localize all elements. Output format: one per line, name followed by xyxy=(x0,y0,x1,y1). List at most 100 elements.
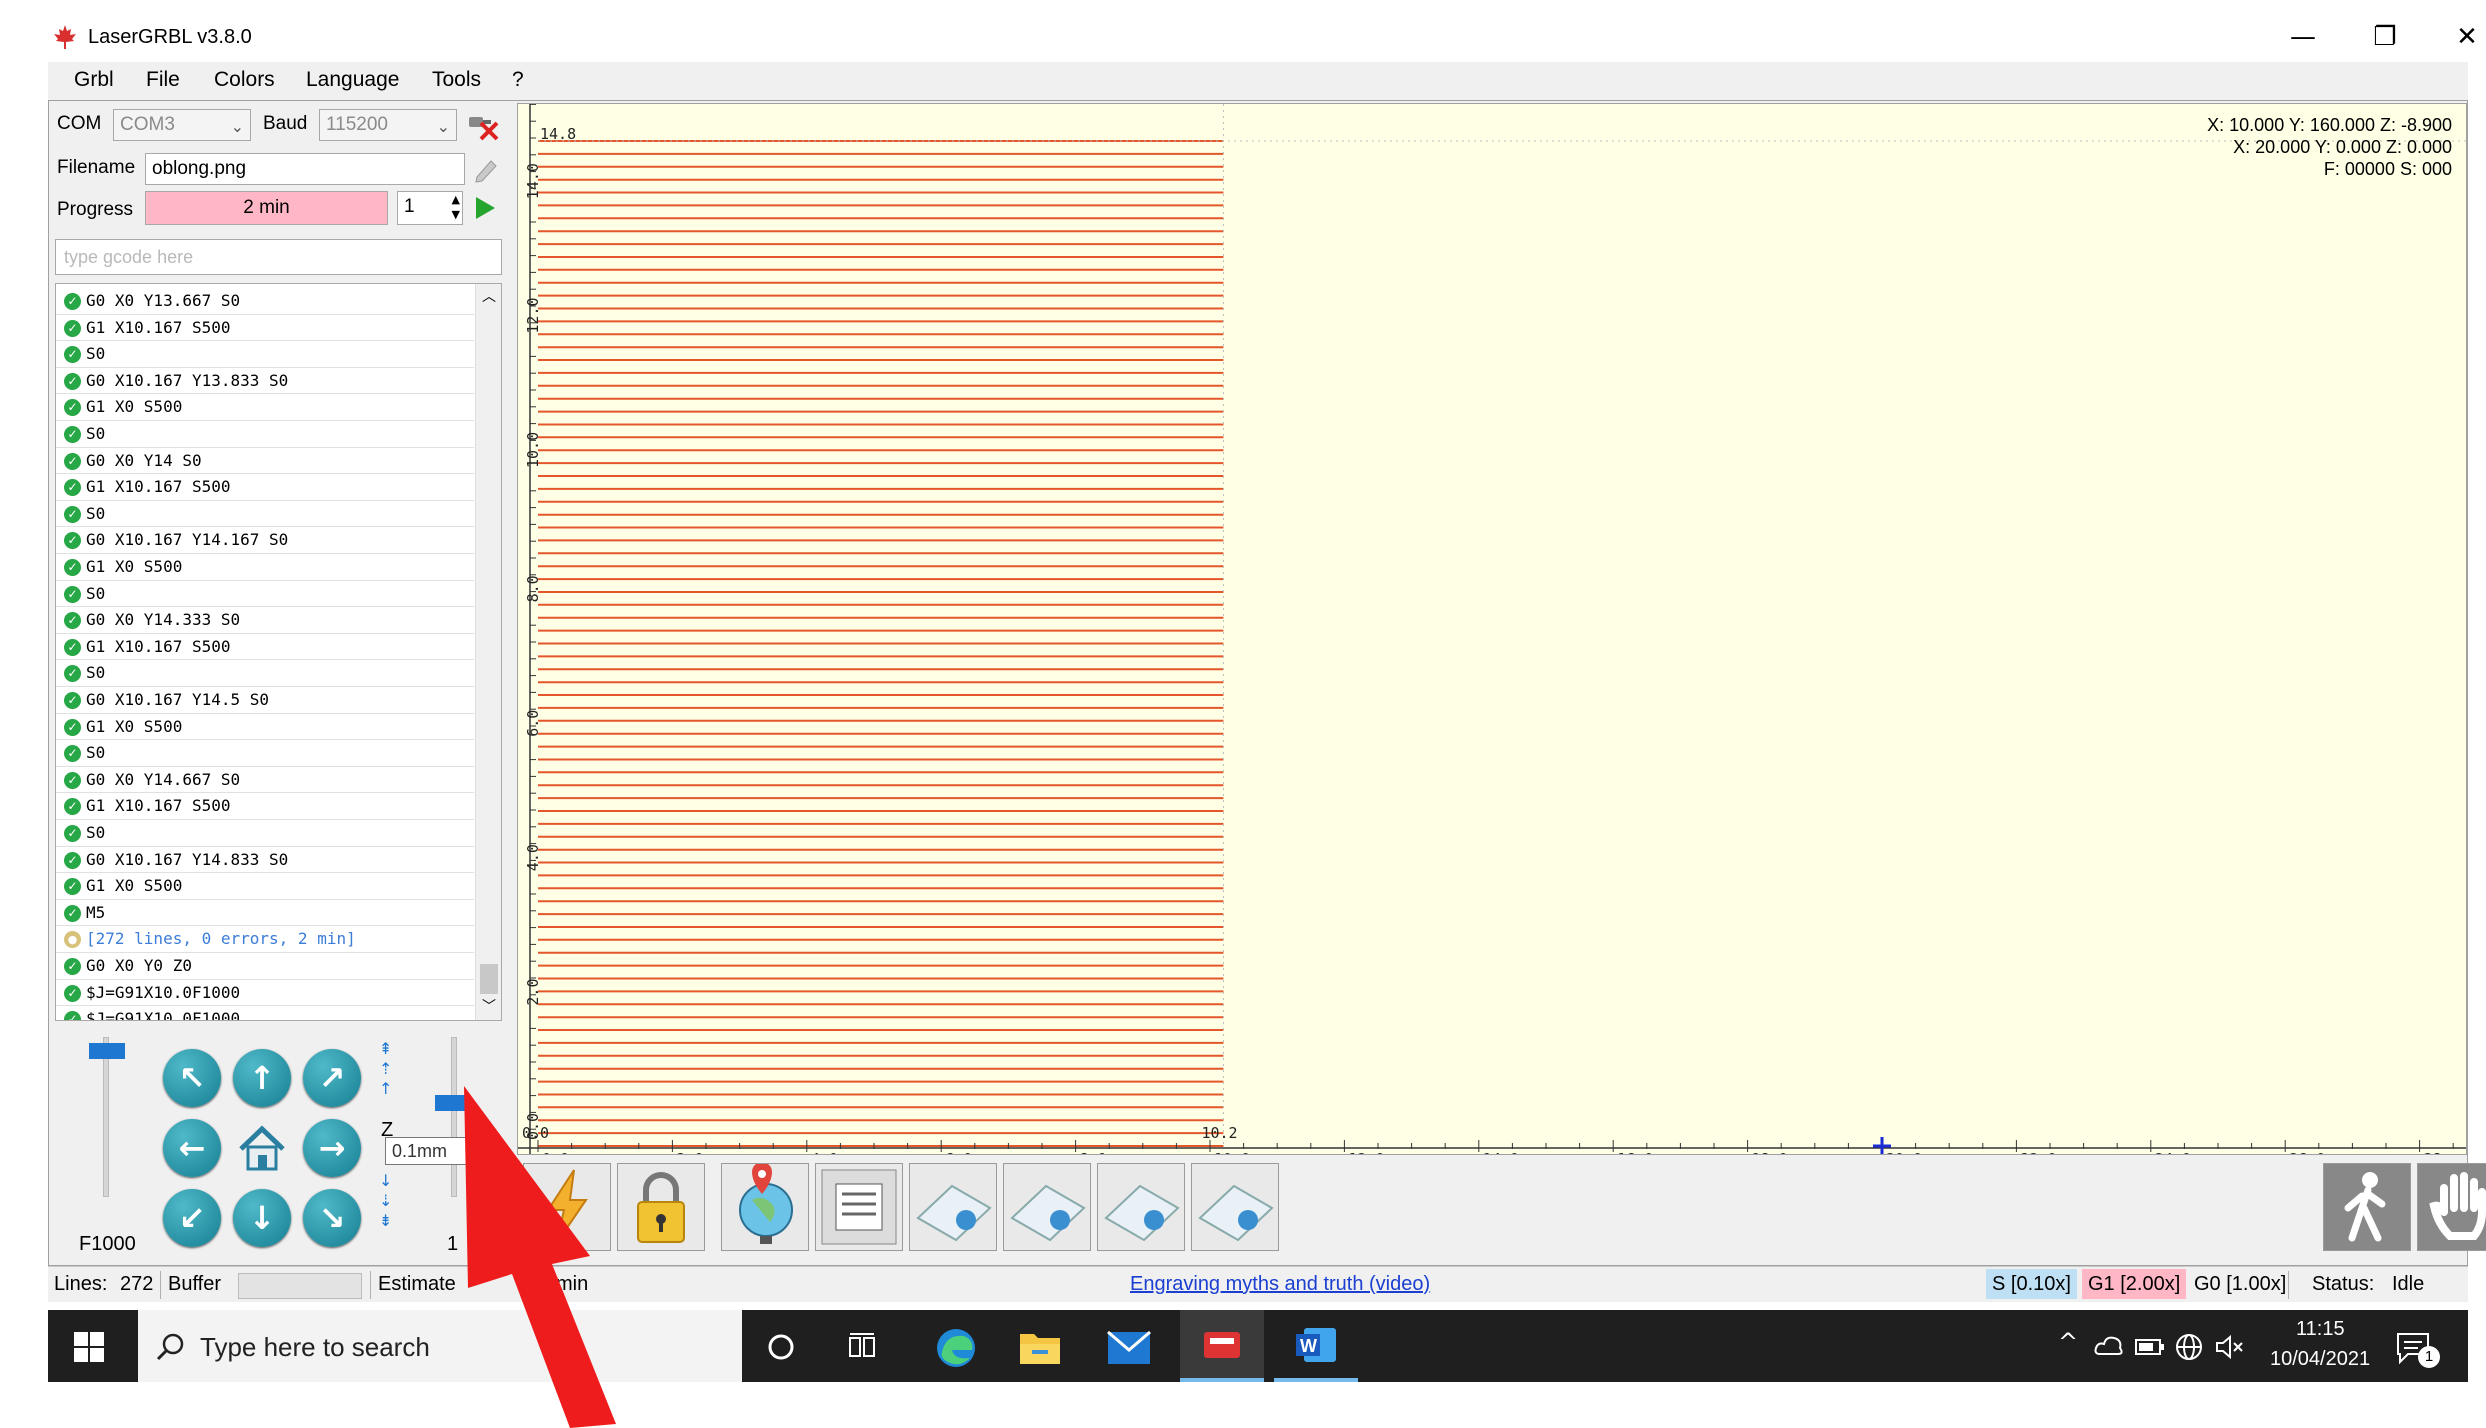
image-document-button[interactable] xyxy=(815,1163,903,1251)
windows-start-icon[interactable] xyxy=(74,1332,104,1362)
gcode-line[interactable]: ✓ G1 X0 S500 xyxy=(56,714,474,741)
scroll-up-icon[interactable]: ︿ xyxy=(482,286,496,306)
clock-time[interactable]: 11:15 xyxy=(2296,1318,2345,1341)
gcode-line[interactable]: ✓ S0 xyxy=(56,740,474,767)
gcode-line[interactable]: ✓ G0 X10.167 Y14.167 S0 xyxy=(56,527,474,554)
user-button-2[interactable] xyxy=(1003,1163,1091,1251)
gcode-line[interactable]: ✓ G0 X10.167 Y14.833 S0 xyxy=(56,847,474,874)
cortana-icon[interactable] xyxy=(766,1332,796,1362)
gcode-line[interactable]: ✓ G1 X0 S500 xyxy=(56,394,474,421)
edge-browser-icon[interactable] xyxy=(934,1326,978,1370)
arrow-down-left-icon: ↙ xyxy=(178,1199,206,1237)
speaker-muted-icon[interactable] xyxy=(2214,1332,2244,1362)
gcode-log-list[interactable]: ✓ G0 X0 Y13.667 S0 ✓ G1 X10.167 S500 ✓ S0 ✓ G0 … xyxy=(55,283,502,1021)
z-up-arrows-icon[interactable]: ⇞ ⇡ ↑ xyxy=(379,1039,392,1099)
com-port-select[interactable]: COM3 ⌄ xyxy=(113,109,251,141)
filename-field[interactable]: oblong.png xyxy=(145,153,465,185)
jog-down-right-button[interactable]: ↘ xyxy=(303,1189,361,1247)
task-view-icon[interactable] xyxy=(848,1332,880,1362)
gcode-line[interactable]: ✓ S0 xyxy=(56,581,474,608)
gcode-line[interactable]: ✓ G0 X0 Y14.333 S0 xyxy=(56,607,474,634)
s-override-badge[interactable]: S [0.10x] xyxy=(1986,1269,2077,1299)
clock-date[interactable]: 10/04/2021 xyxy=(2270,1348,2370,1371)
gcode-line[interactable]: ✓ G0 X0 Y14 S0 xyxy=(56,448,474,475)
gcode-input[interactable]: type gcode here xyxy=(55,239,502,275)
stepper-arrows-icon[interactable]: ▲ ▼ xyxy=(452,192,460,222)
gcode-line[interactable]: ✓ $J=G91X10.0F1000 xyxy=(56,980,474,1007)
pencil-icon[interactable] xyxy=(473,155,501,183)
x-axis-label: 2.0 xyxy=(676,1150,703,1154)
battery-icon[interactable] xyxy=(2134,1334,2166,1358)
baud-rate-select[interactable]: 115200 ⌄ xyxy=(319,109,457,141)
jog-up-button[interactable]: ↑ xyxy=(233,1049,291,1107)
walk-button[interactable] xyxy=(2323,1163,2411,1251)
jog-up-left-button[interactable]: ↖ xyxy=(163,1049,221,1107)
gcode-line[interactable]: ✓ G0 X10.167 Y14.5 S0 xyxy=(56,687,474,714)
menu-colors[interactable]: Colors xyxy=(214,68,275,92)
list-scrollbar[interactable]: ︿ ﹀ xyxy=(475,284,501,1020)
taskbar-lasergrbl-active[interactable] xyxy=(1180,1310,1264,1382)
onedrive-cloud-icon[interactable] xyxy=(2094,1332,2124,1360)
gcode-line[interactable]: ✓ S0 xyxy=(56,660,474,687)
user-button-4[interactable] xyxy=(1191,1163,1279,1251)
stop-button[interactable] xyxy=(2417,1163,2486,1251)
preview-canvas[interactable]: 0.02.04.06.08.010.012.014.00.02.04.06.08… xyxy=(517,103,2467,1168)
gcode-line[interactable]: ✓ G1 X10.167 S500 xyxy=(56,474,474,501)
gcode-line[interactable]: ✓ G1 X10.167 S500 xyxy=(56,634,474,661)
jog-up-right-button[interactable]: ↗ xyxy=(303,1049,361,1107)
taskbar-word[interactable]: W xyxy=(1274,1310,1358,1382)
gcode-line-text: $J=G91X10.0F1000 xyxy=(86,982,241,1002)
connect-plug-icon[interactable] xyxy=(465,111,501,141)
jog-left-button[interactable]: ← xyxy=(163,1119,221,1177)
menu-tools[interactable]: Tools xyxy=(432,68,481,92)
close-button[interactable]: ✕ xyxy=(2432,16,2486,58)
menu-help[interactable]: ? xyxy=(512,68,524,92)
restore-button[interactable]: ❐ xyxy=(2350,16,2420,58)
gcode-line[interactable]: ● [272 lines, 0 errors, 2 min] xyxy=(56,926,474,953)
network-globe-icon[interactable] xyxy=(2174,1332,2204,1362)
passes-stepper[interactable]: 1 ▲ ▼ xyxy=(397,191,463,225)
g0-override-badge[interactable]: G0 [1.00x] xyxy=(2188,1269,2292,1299)
file-explorer-icon[interactable] xyxy=(1018,1328,1062,1368)
user-button-1[interactable] xyxy=(909,1163,997,1251)
gcode-line-text: [272 lines, 0 errors, 2 min] xyxy=(86,929,356,949)
x-axis-label: 14.0 xyxy=(1483,1150,1519,1154)
gcode-line[interactable]: ✓ G1 X10.167 S500 xyxy=(56,315,474,342)
gcode-line[interactable]: ✓ G1 X10.167 S500 xyxy=(56,793,474,820)
home-button[interactable] xyxy=(233,1119,291,1177)
gcode-line[interactable]: ✓ S0 xyxy=(56,501,474,528)
menu-file[interactable]: File xyxy=(146,68,180,92)
gcode-line[interactable]: ✓ G0 X10.167 Y13.833 S0 xyxy=(56,368,474,395)
mail-icon[interactable] xyxy=(1106,1330,1152,1366)
gcode-line-text: G0 X10.167 Y14.167 S0 xyxy=(86,530,289,550)
tray-chevron-up-icon[interactable]: ^ xyxy=(2058,1328,2078,1356)
gcode-line[interactable]: ✓ S0 xyxy=(56,421,474,448)
minimize-button[interactable]: — xyxy=(2268,16,2338,58)
gcode-line[interactable]: ✓ G1 X0 S500 xyxy=(56,554,474,581)
gcode-line[interactable]: ✓ G0 X0 Y14.667 S0 xyxy=(56,767,474,794)
feed-slider-thumb[interactable] xyxy=(89,1043,125,1059)
gcode-line[interactable]: ✓ G0 X0 Y13.667 S0 xyxy=(56,288,474,315)
gcode-line[interactable]: ✓ $J=G91X10.0F1000 xyxy=(56,1006,474,1020)
gcode-line[interactable]: ✓ S0 xyxy=(56,341,474,368)
engraving-myths-link[interactable]: Engraving myths and truth (video) xyxy=(1130,1273,1430,1296)
unlock-button[interactable] xyxy=(617,1163,705,1251)
g1-override-badge[interactable]: G1 [2.00x] xyxy=(2082,1269,2187,1299)
menu-grbl[interactable]: Grbl xyxy=(74,68,114,92)
gcode-line[interactable]: ✓ M5 xyxy=(56,900,474,927)
z-down-arrows-icon[interactable]: ↓ ⇣ ⇟ xyxy=(379,1171,392,1231)
jog-down-button[interactable]: ↓ xyxy=(233,1189,291,1247)
gcode-line[interactable]: ✓ G0 X0 Y0 Z0 xyxy=(56,953,474,980)
gcode-line[interactable]: ✓ G1 X0 S500 xyxy=(56,873,474,900)
scroll-down-icon[interactable]: ﹀ xyxy=(482,996,496,1016)
scroll-thumb[interactable] xyxy=(480,964,498,994)
set-origin-button[interactable] xyxy=(721,1162,809,1251)
gcode-line[interactable]: ✓ S0 xyxy=(56,820,474,847)
jog-down-left-button[interactable]: ↙ xyxy=(163,1189,221,1247)
checkmark-icon: ✓ xyxy=(64,638,81,656)
jog-right-button[interactable]: → xyxy=(303,1119,361,1177)
feed-slider-track[interactable] xyxy=(103,1037,109,1197)
menu-language[interactable]: Language xyxy=(306,68,399,92)
run-play-icon[interactable] xyxy=(473,195,497,221)
user-button-3[interactable] xyxy=(1097,1163,1185,1251)
